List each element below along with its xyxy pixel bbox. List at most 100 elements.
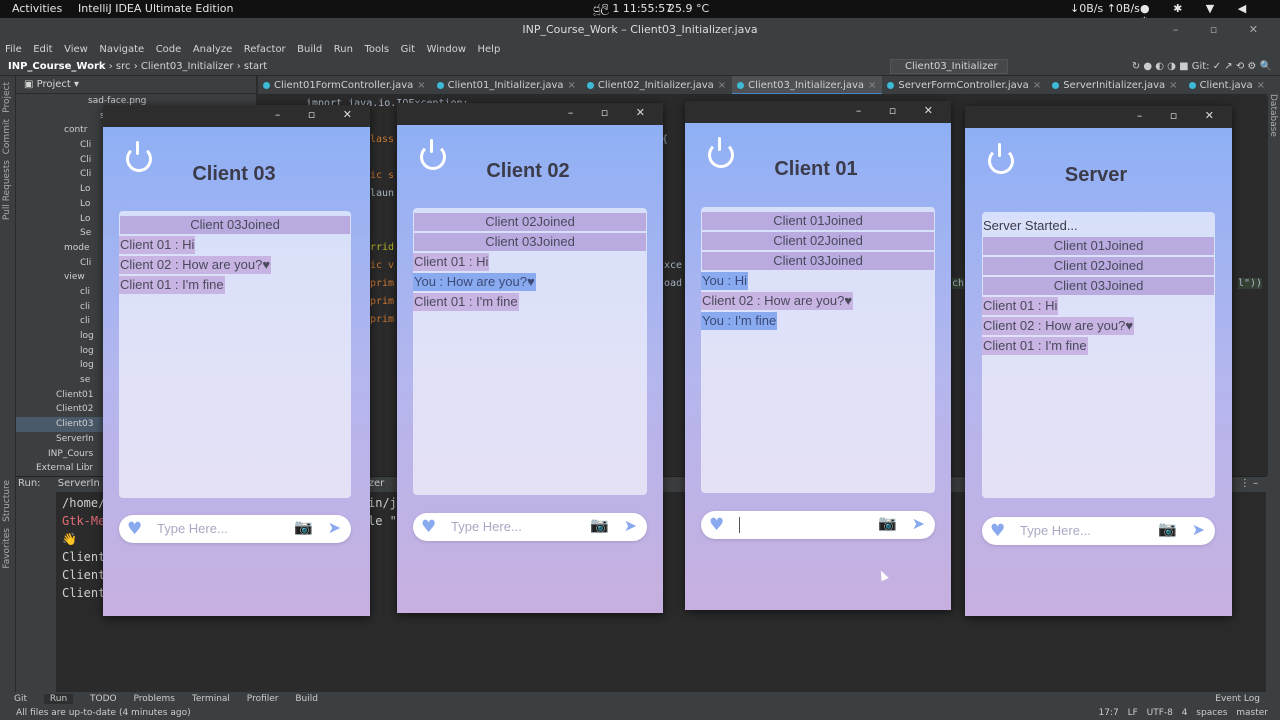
app-menu[interactable]: IntelliJ IDEA Ultimate Edition	[78, 2, 233, 15]
power-icon[interactable]	[988, 143, 1014, 174]
menu-run[interactable]: Run	[331, 43, 356, 56]
message-input[interactable]: Type Here...	[157, 521, 228, 536]
close-icon[interactable]: ×	[417, 80, 425, 91]
tab-client03-initializer-java[interactable]: Client03_Initializer.java ×	[732, 76, 883, 94]
heart-icon[interactable]: ♥	[709, 515, 724, 535]
window-titlebar[interactable]: – ▫ ✕	[397, 103, 663, 125]
close-icon[interactable]: ×	[1033, 80, 1041, 91]
run-toolbar[interactable]	[16, 492, 56, 692]
chat-messages[interactable]: Client 03Joined Client 01 : Hi Client 02 :…	[119, 211, 351, 498]
stripe-commit[interactable]: Commit	[2, 119, 12, 154]
close-icon[interactable]: ×	[1257, 80, 1265, 91]
weather-indicator[interactable]: 25.9 °C	[668, 2, 709, 15]
send-icon[interactable]: ➤	[912, 514, 925, 533]
chat-title: Client 02	[486, 160, 570, 182]
window-controls[interactable]: – ▫ ✕	[856, 104, 945, 117]
code-snippet: rrid	[370, 242, 395, 253]
tool-run[interactable]: Run	[43, 694, 74, 704]
window-controls[interactable]: – ▫ ✕	[1173, 18, 1272, 42]
stripe-structure[interactable]: Structure	[2, 480, 12, 522]
chat-messages[interactable]: Client 02Joined Client 03Joined Client 01 …	[413, 208, 647, 495]
tab-label: Client.java	[1199, 80, 1253, 91]
tool-problems[interactable]: Problems	[134, 694, 175, 704]
menu-code[interactable]: Code	[153, 43, 185, 56]
window-controls[interactable]: – ▫ ✕	[568, 106, 657, 119]
console-output[interactable]: /home/ Gtk-Me 👋 Client Client Client	[62, 494, 105, 602]
toolbar-actions[interactable]: ↻ ● ◐ ◑ ■ Git: ✓ ↗ ⟲ ⚙ 🔍	[1132, 58, 1272, 76]
tab-serverinitializer-java[interactable]: ServerInitializer.java ×	[1047, 76, 1183, 94]
message-input[interactable]: Type Here...	[1020, 523, 1091, 538]
window-controls[interactable]: – ▫ ✕	[1137, 109, 1226, 122]
breadcrumb-project[interactable]: INP_Course_Work	[8, 61, 106, 72]
stripe-database[interactable]: Database	[1268, 94, 1278, 137]
menu-view[interactable]: View	[61, 43, 91, 56]
breadcrumb-method[interactable]: start	[244, 61, 267, 72]
send-icon[interactable]: ➤	[328, 518, 341, 537]
heart-icon[interactable]: ♥	[127, 519, 142, 539]
stripe-pull-requests[interactable]: Pull Requests	[2, 160, 12, 220]
run-tab-server[interactable]: ServerIn	[58, 478, 100, 489]
join-notice: Client 02Joined	[983, 257, 1214, 275]
event-log[interactable]: Event Log	[1215, 692, 1260, 706]
power-icon[interactable]	[708, 137, 734, 168]
message-input[interactable]: Type Here...	[451, 519, 522, 534]
breadcrumb-file[interactable]: Client03_Initializer	[141, 61, 234, 72]
close-icon[interactable]: ×	[568, 80, 576, 91]
clock[interactable]: ජූලි 1 11:55:57	[593, 2, 672, 16]
tab-client-java[interactable]: Client.java ×	[1184, 76, 1268, 94]
run-config-dropdown[interactable]: Client03_Initializer	[890, 59, 1008, 74]
tab-serverformcontroller-java[interactable]: ServerFormController.java ×	[882, 76, 1047, 94]
tool-git[interactable]: Git	[14, 694, 27, 704]
menu-git[interactable]: Git	[398, 43, 418, 56]
camera-icon[interactable]: 📷	[1158, 520, 1177, 538]
run-label: Run:	[18, 478, 41, 489]
power-icon[interactable]	[126, 141, 152, 172]
window-titlebar[interactable]: – ▫ ✕	[103, 105, 370, 127]
code-snippet: prim	[370, 296, 395, 307]
tab-label: ServerFormController.java	[898, 80, 1029, 91]
tool-terminal[interactable]: Terminal	[192, 694, 230, 704]
window-titlebar[interactable]: – ▫ ✕	[965, 106, 1232, 128]
tool-todo[interactable]: TODO	[90, 694, 117, 704]
tool-build[interactable]: Build	[295, 694, 318, 704]
project-panel-header[interactable]: ▣ Project ▾	[16, 76, 256, 94]
menu-window[interactable]: Window	[424, 43, 469, 56]
console-line: /home/	[62, 496, 106, 510]
menu-edit[interactable]: Edit	[30, 43, 55, 56]
menu-build[interactable]: Build	[294, 43, 325, 56]
stripe-favorites[interactable]: Favorites	[2, 528, 12, 569]
tool-profiler[interactable]: Profiler	[247, 694, 279, 704]
close-icon[interactable]: ×	[868, 80, 876, 91]
heart-icon[interactable]: ♥	[421, 517, 436, 537]
code-snippet: ch	[952, 278, 965, 289]
status-right[interactable]: 17:7 LF UTF-8 4 spaces master	[1099, 706, 1269, 720]
run-panel-controls[interactable]: ⋮ –	[1240, 477, 1258, 491]
chat-messages[interactable]: Server Started... Client 01Joined Client 0…	[982, 212, 1215, 498]
menu-navigate[interactable]: Navigate	[96, 43, 147, 56]
window-titlebar[interactable]: – ▫ ✕	[685, 101, 951, 123]
menu-help[interactable]: Help	[475, 43, 504, 56]
tab-client01formcontroller-java[interactable]: Client01FormController.java ×	[258, 76, 432, 94]
close-icon[interactable]: ×	[718, 80, 726, 91]
tab-client01-initializer-java[interactable]: Client01_Initializer.java ×	[432, 76, 582, 94]
window-controls[interactable]: – ▫ ✕	[275, 108, 364, 121]
breadcrumb-src[interactable]: src	[116, 61, 131, 72]
send-icon[interactable]: ➤	[624, 516, 637, 535]
activities-button[interactable]: Activities	[12, 2, 62, 15]
camera-icon[interactable]: 📷	[878, 514, 897, 532]
menu-refactor[interactable]: Refactor	[241, 43, 289, 56]
chat-messages[interactable]: Client 01Joined Client 02Joined Client 03J…	[701, 207, 935, 493]
send-icon[interactable]: ➤	[1192, 520, 1205, 539]
camera-icon[interactable]: 📷	[590, 516, 609, 534]
menu-file[interactable]: File	[2, 43, 25, 56]
camera-icon[interactable]: 📷	[294, 518, 313, 536]
system-top-bar: Activities IntelliJ IDEA Ultimate Editio…	[0, 0, 1280, 28]
heart-icon[interactable]: ♥	[990, 521, 1005, 541]
power-icon[interactable]	[420, 139, 446, 170]
menu-analyze[interactable]: Analyze	[190, 43, 235, 56]
tab-client02-initializer-java[interactable]: Client02_Initializer.java ×	[582, 76, 732, 94]
menu-tools[interactable]: Tools	[361, 43, 392, 56]
stripe-project[interactable]: Project	[2, 82, 12, 113]
chat-title: Client 03	[192, 163, 276, 185]
close-icon[interactable]: ×	[1169, 80, 1177, 91]
